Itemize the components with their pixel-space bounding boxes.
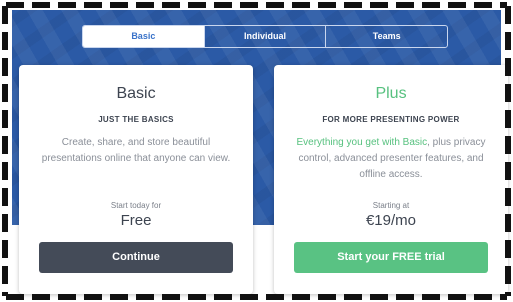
- plan-name: Plus: [375, 85, 407, 102]
- plan-description: Create, share, and store beautiful prese…: [41, 137, 231, 164]
- plan-tagline: FOR MORE PRESENTING POWER: [322, 115, 460, 124]
- plan-tabs: Basic Individual Teams: [82, 25, 448, 48]
- price: €19/mo: [365, 212, 417, 229]
- continue-button[interactable]: Continue: [39, 242, 233, 273]
- frame-top: [6, 2, 507, 8]
- plan-tagline: JUST THE BASICS: [98, 115, 174, 124]
- tab-individual[interactable]: Individual: [203, 26, 326, 47]
- basic-plan-card: Basic JUST THE BASICS Create, share, and…: [19, 65, 253, 294]
- description-highlight: Everything you get with Basic: [296, 137, 428, 148]
- price-label: Starting at: [372, 201, 410, 210]
- plus-plan-card: Plus FOR MORE PRESENTING POWER Everythin…: [274, 65, 508, 294]
- plan-description: Everything you get with Basic, plus priv…: [294, 135, 488, 183]
- price-label: Start today for: [110, 201, 162, 210]
- tab-teams[interactable]: Teams: [325, 26, 447, 47]
- price: Free: [120, 212, 152, 229]
- frame-bottom: [6, 294, 507, 300]
- plan-name: Basic: [116, 85, 156, 102]
- start-free-trial-button[interactable]: Start your FREE trial: [294, 242, 488, 273]
- tab-basic[interactable]: Basic: [83, 26, 204, 47]
- frame-left: [2, 6, 8, 296]
